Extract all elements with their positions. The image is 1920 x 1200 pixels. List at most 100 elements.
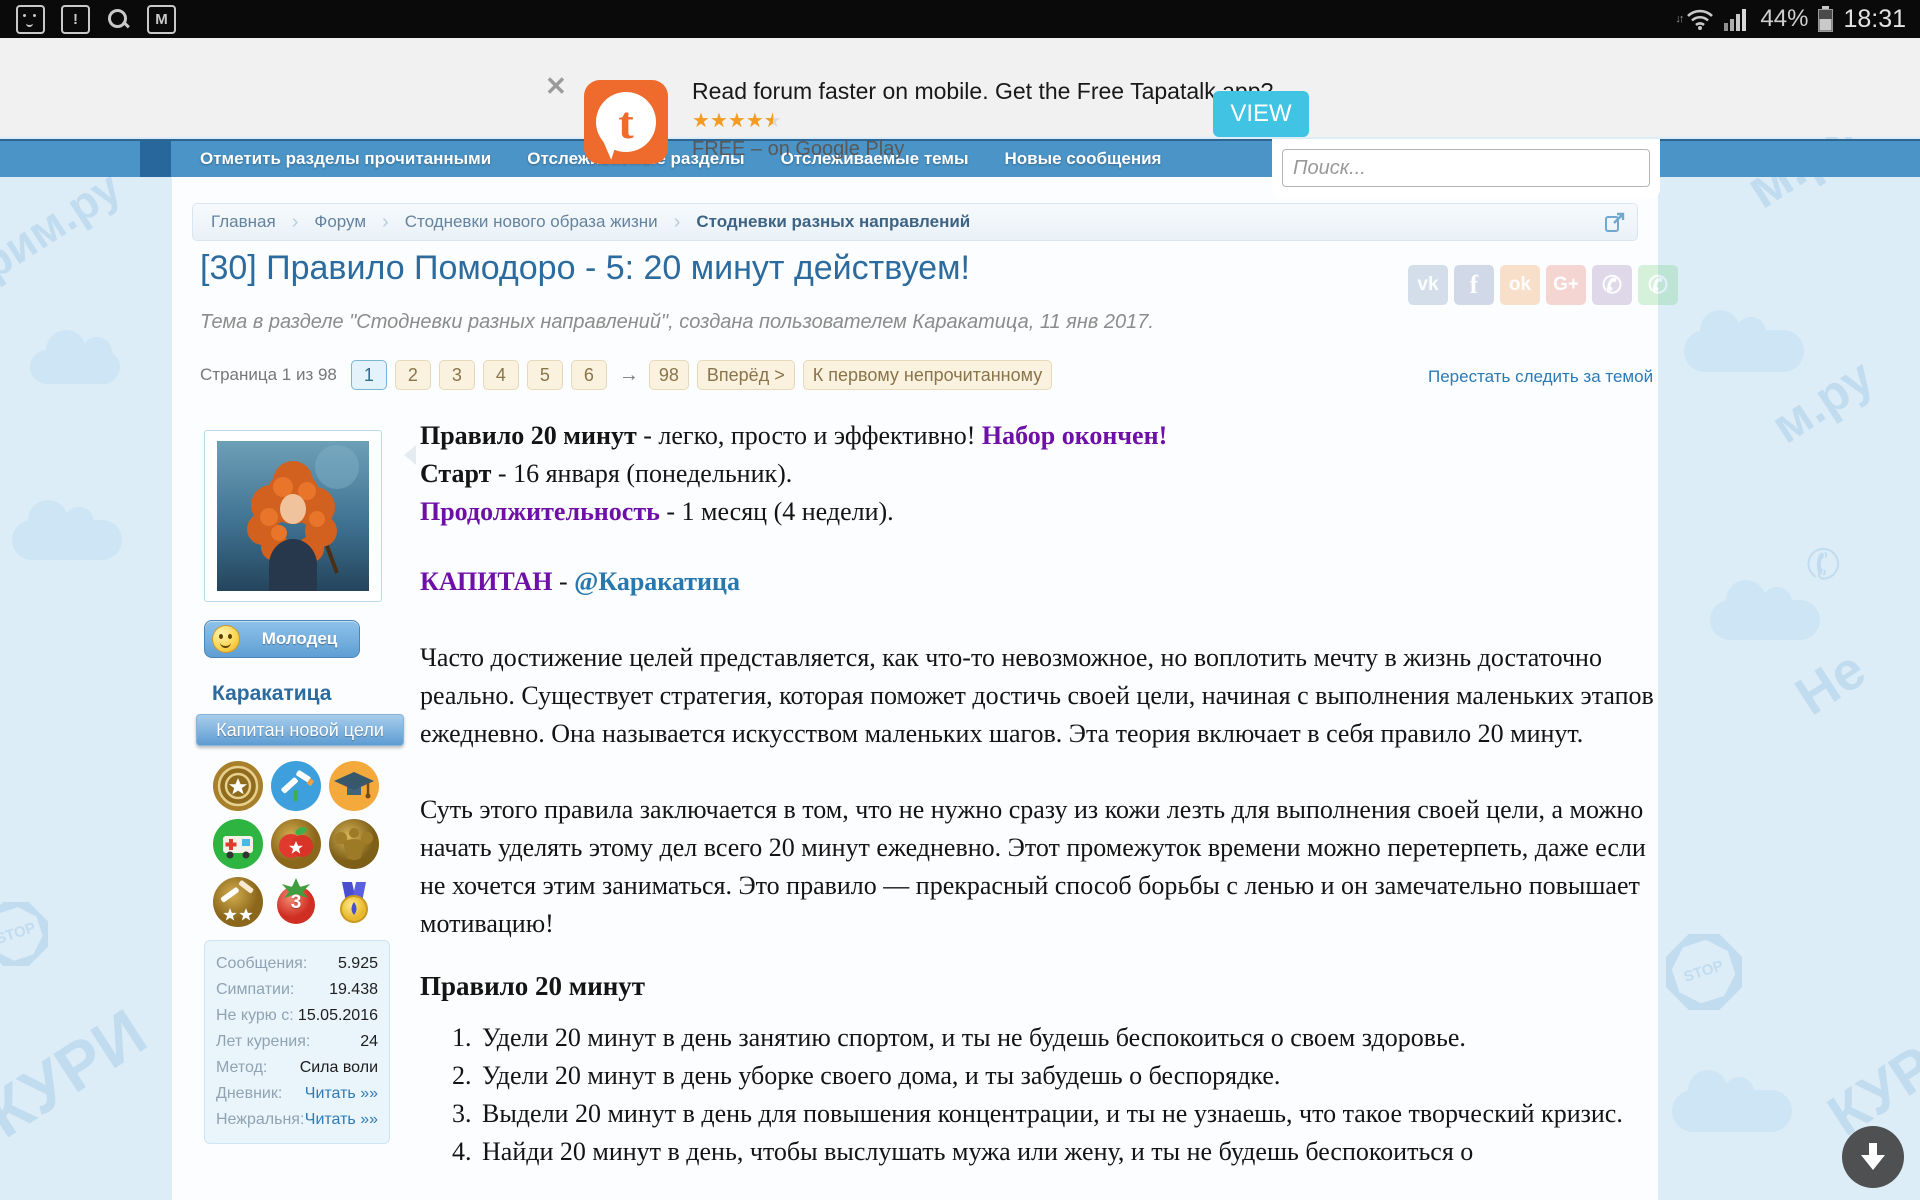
watermark-text: рим.ру <box>0 160 130 290</box>
alert-notification-icon: ! <box>61 5 90 34</box>
badge-medal-ribbon-icon <box>328 876 380 928</box>
post-heading: Правило 20 минут <box>420 967 1658 1005</box>
watermark-stop-sign: STOP <box>0 902 48 966</box>
stat-likes: Симпатии:19.438 <box>216 977 378 1003</box>
chevron-right-icon: › <box>674 211 681 234</box>
search-panel <box>1272 139 1660 199</box>
watermark-cloud <box>1672 1090 1792 1132</box>
breadcrumb-home[interactable]: Главная <box>211 212 276 232</box>
search-notification-icon <box>106 7 131 32</box>
first-unread-button[interactable]: К первому непрочитанному <box>803 360 1052 390</box>
thread-subtitle: Тема в разделе "Стодневки разных направл… <box>200 311 1154 334</box>
view-button[interactable]: VIEW <box>1213 91 1309 137</box>
page-body: Главная › Форум › Стодневки нового образ… <box>172 177 1658 1200</box>
search-input[interactable] <box>1282 149 1650 187</box>
notification-app-icon <box>16 5 45 34</box>
avatar[interactable] <box>204 430 382 602</box>
page-button-1[interactable]: 1 <box>351 360 387 390</box>
badge-tomato-counter-icon: 3 <box>270 876 322 928</box>
watermark-cloud <box>1684 330 1804 372</box>
next-page-button[interactable]: Вперёд > <box>697 360 795 390</box>
wifi-traffic-arrows-icon: ↓↑ <box>1675 13 1682 25</box>
whatsapp-share-icon[interactable]: ✆ <box>1638 265 1678 305</box>
stat-method: Метод:Сила воли <box>216 1055 378 1081</box>
nav-edge-block <box>140 141 171 177</box>
stat-messages: Сообщения:5.925 <box>216 951 378 977</box>
post-list-item: Найди 20 минут в день, чтобы выслушать м… <box>478 1133 1658 1171</box>
watermark-text: КУРИ <box>0 994 159 1153</box>
post-paragraph-1: Часто достижение целей представляется, к… <box>420 639 1658 753</box>
clock: 18:31 <box>1843 5 1906 34</box>
badge-gold-star-medal-icon <box>212 760 264 812</box>
odnoklassniki-share-icon[interactable]: ok <box>1500 265 1540 305</box>
page-button-4[interactable]: 4 <box>483 360 519 390</box>
watermark-cloud <box>12 520 122 560</box>
battery-percentage: 44% <box>1760 5 1808 33</box>
author-sidebar: Молодец Каракатица Капитан новой цели <box>204 430 404 1144</box>
page-counter: Страница 1 из 98 <box>200 365 337 385</box>
badge-graduation-cap-icon <box>328 760 380 812</box>
avatar-image <box>217 441 369 591</box>
breadcrumb-forum[interactable]: Форум <box>314 212 366 232</box>
tapatalk-banner: ✕ t Read forum faster on mobile. Get the… <box>0 38 1920 137</box>
viber-share-icon[interactable]: ✆ <box>1592 265 1632 305</box>
diary-read-link[interactable]: Читать »» <box>305 1081 378 1107</box>
vk-share-icon[interactable]: vk <box>1408 265 1448 305</box>
post-content: Правило 20 минут - легко, просто и эффек… <box>420 417 1658 1171</box>
post-line-3: Продолжительность - 1 месяц (4 недели). <box>420 493 1658 531</box>
post-paragraph-2: Суть этого правила заключается в том, чт… <box>420 791 1658 943</box>
scroll-to-bottom-button[interactable] <box>1842 1126 1904 1188</box>
tapatalk-logo: t <box>584 80 668 164</box>
banner-subtext: FREE – on Google Play <box>692 138 1273 161</box>
stat-diary: Дневник:Читать »» <box>216 1081 378 1107</box>
badge-grid: 3 <box>212 760 382 928</box>
nav-mark-read[interactable]: Отметить разделы прочитанными <box>200 149 491 169</box>
smiley-icon <box>212 625 240 653</box>
page-button-2[interactable]: 2 <box>395 360 431 390</box>
stat-nezhralnya: Нежральня:Читать »» <box>216 1107 378 1133</box>
captain-line: КАПИТАН - @Каракатица <box>420 563 1658 601</box>
breadcrumb-current[interactable]: Стодневки разных направлений <box>696 212 970 232</box>
badge-apple-star-icon <box>270 818 322 870</box>
thread-title: [30] Правило Помодоро - 5: 20 минут дейс… <box>200 249 1400 288</box>
down-arrow-icon <box>1858 1141 1888 1173</box>
watermark-stop-sign: STOP <box>1666 934 1742 1010</box>
pagination: Страница 1 из 98 1 2 3 4 5 6 → 98 Вперёд… <box>200 359 1060 391</box>
post-list: Удели 20 минут в день занятию спортом, и… <box>420 1019 1658 1171</box>
chevron-right-icon: › <box>292 211 299 234</box>
nezhralnya-read-link[interactable]: Читать »» <box>305 1107 378 1133</box>
stat-quit-date: Не курю с:15.05.2016 <box>216 1003 378 1029</box>
ellipsis-arrow: → <box>619 364 639 387</box>
page-button-6[interactable]: 6 <box>571 360 607 390</box>
page-button-5[interactable]: 5 <box>527 360 563 390</box>
rank-badge: Молодец <box>204 620 360 658</box>
post-line-1: Правило 20 минут - легко, просто и эффек… <box>420 417 1658 455</box>
breadcrumb-section[interactable]: Стодневки нового образа жизни <box>405 212 658 232</box>
badge-two-stars-cigarette-icon <box>212 876 264 928</box>
username-link[interactable]: Каракатица <box>212 682 404 706</box>
banner-close-icon[interactable]: ✕ <box>545 71 567 102</box>
rating-stars-icon: ★★★★★★ <box>692 111 1273 133</box>
unfollow-thread-link[interactable]: Перестать следить за темой <box>1428 367 1653 387</box>
watermark-cloud <box>1710 600 1820 640</box>
role-banner: Капитан новой цели <box>196 714 404 746</box>
watermark-text: Не <box>1785 638 1877 728</box>
watermark-phone-icon: ✆ <box>1799 535 1849 593</box>
captain-user-mention[interactable]: @Каракатица <box>574 567 740 596</box>
wifi-icon <box>1686 7 1714 31</box>
user-stats: Сообщения:5.925 Симпатии:19.438 Не курю … <box>204 940 390 1144</box>
post-list-item: Удели 20 минут в день занятию спортом, и… <box>478 1019 1658 1057</box>
share-page-icon[interactable] <box>1605 212 1625 232</box>
page-button-last[interactable]: 98 <box>649 360 689 390</box>
page-button-3[interactable]: 3 <box>439 360 475 390</box>
tomato-count: 3 <box>270 892 322 914</box>
post-bubble-arrow <box>404 445 416 465</box>
stat-smoking-years: Лет курения:24 <box>216 1029 378 1055</box>
post-list-item: Выдели 20 минут в день для повышения кон… <box>478 1095 1658 1133</box>
post-list-item: Удели 20 минут в день уборке своего дома… <box>478 1057 1658 1095</box>
post-line-2: Старт - 16 января (понедельник). <box>420 455 1658 493</box>
googleplus-share-icon[interactable]: G+ <box>1546 265 1586 305</box>
battery-icon <box>1818 6 1833 32</box>
facebook-share-icon[interactable]: f <box>1454 265 1494 305</box>
badge-strongman-icon <box>328 818 380 870</box>
